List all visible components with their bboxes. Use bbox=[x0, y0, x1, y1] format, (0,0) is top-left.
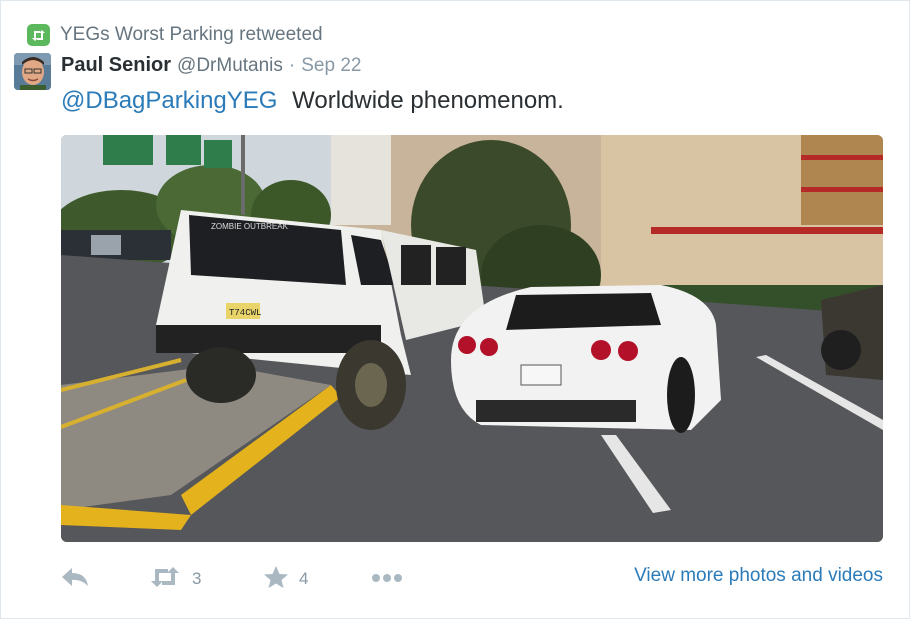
reply-icon bbox=[61, 567, 89, 592]
jeep-decal: ZOMBIE OUTBREAK bbox=[211, 222, 289, 231]
reply-button[interactable] bbox=[61, 561, 89, 597]
tweet-body: Worldwide phenomenom. bbox=[292, 87, 564, 114]
more-dots-icon bbox=[371, 570, 403, 588]
view-more-photos-link[interactable]: View more photos and videos bbox=[634, 565, 883, 587]
tweet-photo[interactable]: ZOMBIE OUTBREAK T74CWL bbox=[61, 135, 883, 542]
tweet-timestamp[interactable]: Sep 22 bbox=[301, 55, 361, 77]
header-separator: · bbox=[288, 55, 296, 76]
retweet-context: YEGs Worst Parking retweeted bbox=[27, 23, 323, 47]
retweet-button[interactable]: 3 bbox=[148, 561, 201, 597]
favorite-count: 4 bbox=[299, 569, 309, 588]
avatar[interactable] bbox=[14, 53, 51, 90]
favorite-button[interactable]: 4 bbox=[263, 561, 308, 597]
star-icon bbox=[263, 565, 289, 594]
tweet-card: YEGs Worst Parking retweeted Paul Senior… bbox=[0, 0, 910, 619]
mention-link[interactable]: @DBagParkingYEG bbox=[61, 87, 277, 114]
retweet-context-text[interactable]: YEGs Worst Parking retweeted bbox=[60, 24, 323, 46]
more-button[interactable] bbox=[371, 561, 403, 597]
tweet-header: Paul Senior @DrMutanis · Sep 22 bbox=[61, 54, 361, 77]
jeep-plate: T74CWL bbox=[229, 308, 261, 318]
retweet-icon bbox=[27, 24, 50, 46]
author-username[interactable]: @DrMutanis bbox=[177, 55, 283, 77]
author-name[interactable]: Paul Senior bbox=[61, 54, 171, 77]
retweet-count: 3 bbox=[192, 569, 202, 588]
tweet-actions: 3 4 View more photos and videos bbox=[61, 561, 883, 597]
retweet-action-icon bbox=[148, 566, 182, 593]
tweet-text: @DBagParkingYEG Worldwide phenomenom. bbox=[61, 87, 564, 115]
